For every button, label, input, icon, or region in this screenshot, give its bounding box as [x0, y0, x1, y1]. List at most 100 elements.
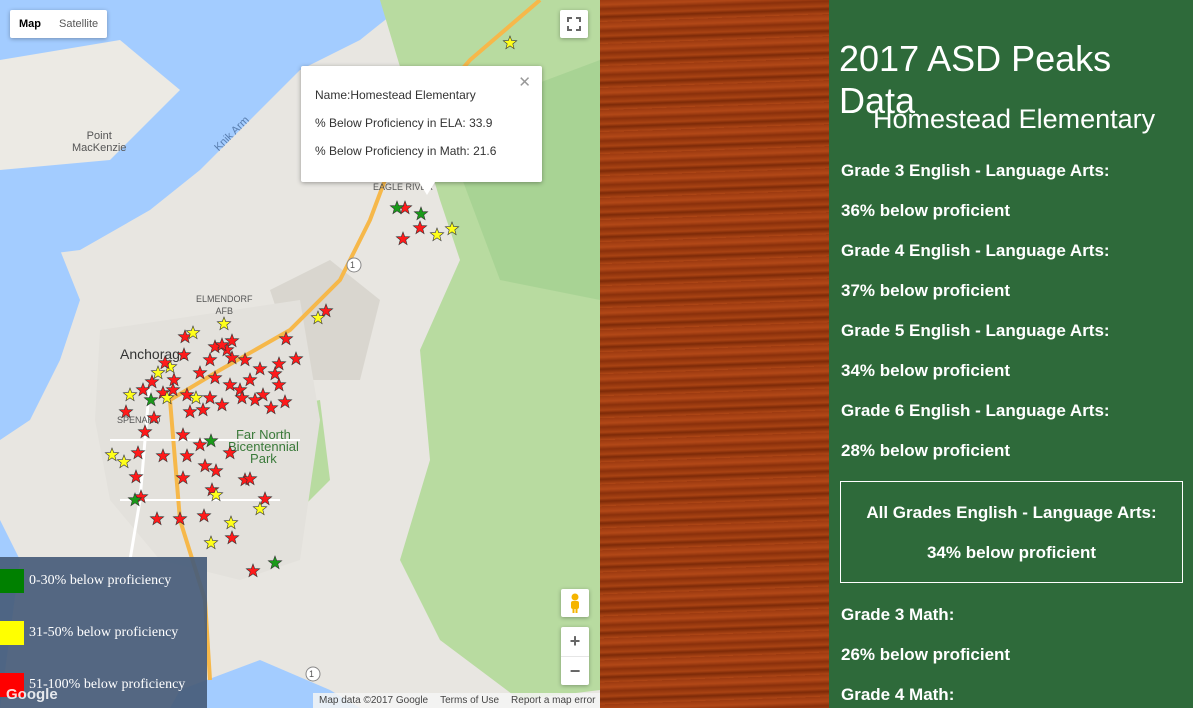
- school-marker[interactable]: [203, 433, 219, 448]
- school-marker[interactable]: [130, 445, 146, 460]
- legend-item: 31-50% below proficiency: [0, 621, 178, 645]
- report-map-error-link[interactable]: Report a map error: [505, 695, 600, 706]
- school-marker[interactable]: [207, 370, 223, 385]
- grade-6-ela-label: Grade 6 English - Language Arts:: [841, 401, 1110, 420]
- school-marker[interactable]: [429, 227, 445, 242]
- school-marker[interactable]: [277, 394, 293, 409]
- legend-label: 31-50% below proficiency: [29, 625, 179, 640]
- school-marker[interactable]: [223, 515, 239, 530]
- school-marker[interactable]: [412, 220, 428, 235]
- wood-background: [600, 0, 829, 708]
- zoom-out-button[interactable]: −: [561, 657, 589, 686]
- school-marker[interactable]: [135, 382, 151, 397]
- grade-4-math-label: Grade 4 Math:: [841, 685, 955, 704]
- map-type-control: Map Satellite: [10, 10, 108, 38]
- grade-4-ela-label: Grade 4 English - Language Arts:: [841, 241, 1110, 260]
- school-marker[interactable]: [232, 382, 248, 397]
- school-marker[interactable]: [192, 437, 208, 452]
- school-marker[interactable]: [146, 410, 162, 425]
- school-marker[interactable]: [245, 563, 261, 578]
- school-marker[interactable]: [413, 206, 429, 221]
- school-marker[interactable]: [395, 231, 411, 246]
- school-marker[interactable]: [237, 352, 253, 367]
- school-marker[interactable]: [150, 365, 166, 380]
- zoom-control: + −: [561, 627, 589, 685]
- school-marker[interactable]: [263, 400, 279, 415]
- school-marker[interactable]: [172, 511, 188, 526]
- info-window-math: % Below Proficiency in Math: 21.6: [315, 144, 497, 158]
- school-marker[interactable]: [176, 347, 192, 362]
- school-marker[interactable]: [166, 372, 182, 387]
- school-marker[interactable]: [278, 331, 294, 346]
- school-marker[interactable]: [202, 352, 218, 367]
- school-marker[interactable]: [118, 404, 134, 419]
- school-marker[interactable]: [288, 351, 304, 366]
- legend-swatch: [0, 621, 24, 645]
- school-marker[interactable]: [122, 387, 138, 402]
- grade-3-ela-value: 36% below proficient: [841, 201, 1011, 220]
- zoom-in-button[interactable]: +: [561, 627, 589, 657]
- school-marker[interactable]: [155, 448, 171, 463]
- school-marker[interactable]: [216, 316, 232, 331]
- data-panel: 2017 ASD Peaks Data Homestead Elementary…: [829, 0, 1193, 708]
- grade-3-math-value: 26% below proficient: [841, 645, 1011, 664]
- school-marker[interactable]: [224, 530, 240, 545]
- info-window-tail: [419, 182, 435, 195]
- school-marker[interactable]: [179, 387, 195, 402]
- grade-5-ela-label: Grade 5 English - Language Arts:: [841, 321, 1110, 340]
- school-marker[interactable]: [502, 35, 518, 50]
- close-icon[interactable]: ✕: [518, 73, 531, 91]
- school-marker[interactable]: [137, 424, 153, 439]
- pegman-icon: [571, 593, 579, 613]
- school-marker[interactable]: [104, 447, 120, 462]
- school-marker[interactable]: [271, 377, 287, 392]
- fullscreen-icon: [567, 17, 581, 31]
- school-name: Homestead Elementary: [873, 104, 1156, 134]
- school-marker[interactable]: [202, 390, 218, 405]
- school-marker[interactable]: [444, 221, 460, 236]
- school-marker[interactable]: [214, 397, 230, 412]
- legend-item: 0-30% below proficiency: [0, 569, 171, 593]
- school-marker[interactable]: [267, 366, 283, 381]
- school-marker[interactable]: [192, 365, 208, 380]
- map-data-credit: Map data ©2017 Google: [319, 695, 429, 706]
- school-marker[interactable]: [149, 511, 165, 526]
- fullscreen-button[interactable]: [560, 10, 588, 38]
- legend-label: 0-30% below proficiency: [29, 573, 172, 588]
- grade-3-ela-label: Grade 3 English - Language Arts:: [841, 161, 1110, 180]
- school-marker[interactable]: [271, 356, 287, 371]
- street-view-button[interactable]: [561, 589, 589, 617]
- school-marker[interactable]: [179, 448, 195, 463]
- map-type-satellite-button[interactable]: Satellite: [50, 10, 107, 38]
- all-grades-ela-box: All Grades English - Language Arts: 34% …: [840, 481, 1183, 583]
- grade-4-ela-value: 37% below proficient: [841, 281, 1011, 300]
- grade-6-ela-value: 28% below proficient: [841, 441, 1011, 460]
- info-window: Name:Homestead Elementary % Below Profic…: [301, 66, 542, 195]
- all-grades-ela-value: 34% below proficient: [926, 543, 1097, 562]
- school-marker[interactable]: [195, 402, 211, 417]
- grade-3-math-label: Grade 3 Math:: [841, 605, 955, 624]
- school-marker[interactable]: [318, 303, 334, 318]
- school-marker[interactable]: [197, 458, 213, 473]
- map-type-map-button[interactable]: Map: [10, 10, 50, 38]
- map[interactable]: Point MacKenzie Knik Arm EAGLE RIVER ELME…: [0, 0, 600, 708]
- school-marker[interactable]: [252, 361, 268, 376]
- google-logo: Google: [6, 686, 58, 703]
- school-marker[interactable]: [128, 469, 144, 484]
- school-marker[interactable]: [203, 535, 219, 550]
- grade-5-ela-value: 34% below proficient: [841, 361, 1011, 380]
- school-marker[interactable]: [116, 454, 132, 469]
- school-marker[interactable]: [182, 404, 198, 419]
- legend-swatch: [0, 569, 24, 593]
- all-grades-ela-label: All Grades English - Language Arts:: [866, 503, 1157, 522]
- school-marker[interactable]: [175, 470, 191, 485]
- info-window-name: Name:Homestead Elementary: [315, 88, 476, 102]
- school-marker[interactable]: [208, 463, 224, 478]
- school-marker[interactable]: [175, 427, 191, 442]
- school-marker[interactable]: [222, 445, 238, 460]
- school-marker[interactable]: [242, 372, 258, 387]
- school-marker[interactable]: [252, 501, 268, 516]
- school-marker[interactable]: [196, 508, 212, 523]
- school-marker[interactable]: [267, 555, 283, 570]
- terms-of-use-link[interactable]: Terms of Use: [434, 695, 505, 706]
